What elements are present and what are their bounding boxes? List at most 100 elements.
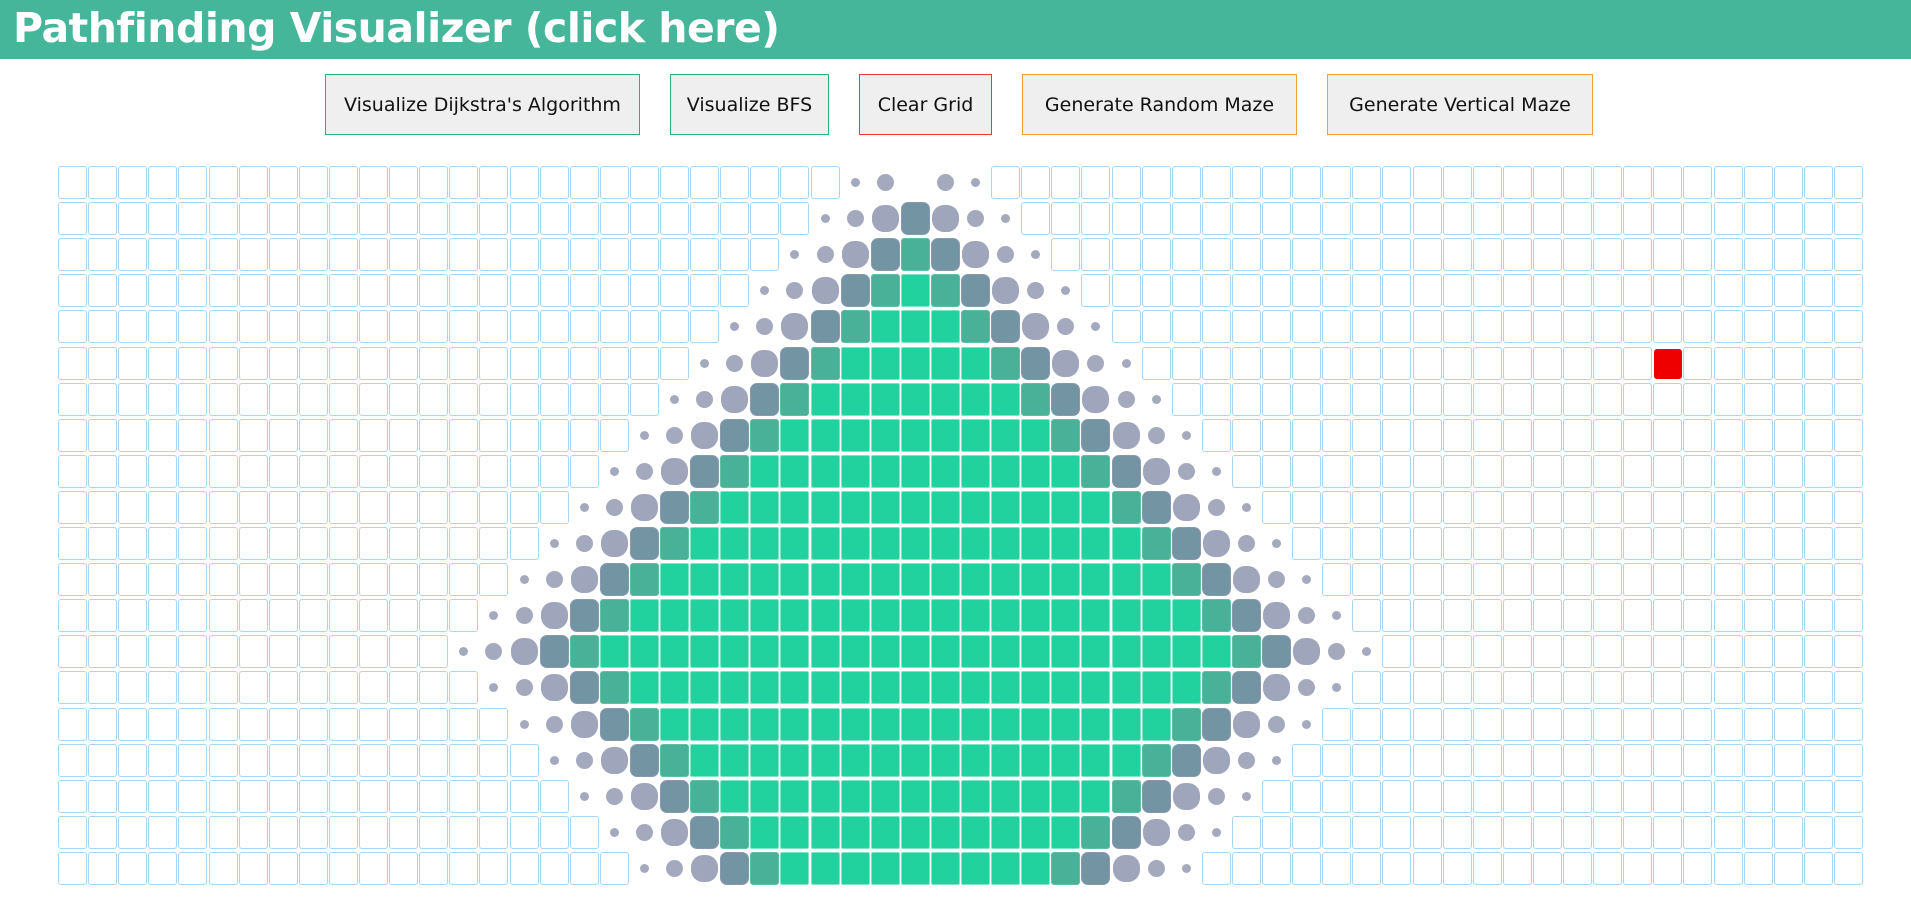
wave-node[interactable] [1022, 313, 1050, 341]
grid-cell[interactable] [148, 346, 178, 380]
grid-cell[interactable] [509, 310, 539, 344]
grid-cell[interactable] [88, 743, 118, 777]
grid-cell[interactable] [1563, 454, 1592, 488]
visited-node[interactable] [840, 382, 870, 416]
grid-cell[interactable] [1532, 815, 1562, 849]
grid-cell[interactable] [359, 563, 388, 597]
grid-cell[interactable] [1352, 238, 1382, 272]
wave-node[interactable] [1147, 426, 1165, 444]
grid-cell[interactable] [238, 454, 268, 488]
grid-cell[interactable] [1653, 238, 1683, 272]
grid-cell[interactable] [58, 851, 87, 885]
grid-cell[interactable] [539, 346, 569, 380]
visited-node[interactable] [991, 382, 1021, 416]
grid-cell[interactable] [389, 310, 419, 344]
grid-cell[interactable] [1683, 599, 1713, 633]
grid-cell[interactable] [1352, 310, 1382, 344]
wave-node[interactable] [760, 286, 770, 296]
grid-cell[interactable] [359, 166, 388, 199]
visited-node[interactable] [900, 779, 930, 813]
visited-node[interactable] [1171, 599, 1201, 633]
grid-cell[interactable] [1352, 851, 1382, 885]
wave-node[interactable] [850, 178, 860, 187]
grid-cell[interactable] [1593, 743, 1623, 777]
grid-cell[interactable] [238, 238, 268, 272]
visited-node[interactable] [1051, 707, 1081, 741]
wave-node[interactable] [540, 602, 568, 630]
grid-cell[interactable] [1322, 707, 1352, 741]
visited-node[interactable] [810, 490, 840, 524]
grid-cell[interactable] [449, 851, 479, 885]
grid-cell[interactable] [569, 166, 599, 199]
visited-node[interactable] [930, 527, 960, 560]
grid-cell[interactable] [1382, 382, 1412, 416]
visited-node[interactable] [961, 418, 990, 452]
grid-cell[interactable] [298, 166, 328, 199]
frontier-node[interactable] [599, 707, 629, 741]
grid-cell[interactable] [419, 238, 449, 272]
grid-cell[interactable] [1502, 490, 1532, 524]
wave-node[interactable] [545, 715, 563, 733]
grid-cell[interactable] [419, 779, 449, 813]
grid-cell[interactable] [1743, 743, 1773, 777]
visited-node[interactable] [660, 563, 689, 597]
grid-cell[interactable] [359, 707, 388, 741]
grid-cell[interactable] [1472, 599, 1502, 633]
grid-cell[interactable] [1262, 238, 1291, 272]
grid-cell[interactable] [509, 490, 539, 524]
grid-cell[interactable] [1743, 671, 1773, 705]
grid-cell[interactable] [509, 851, 539, 885]
grid-cell[interactable] [118, 527, 148, 560]
grid-cell[interactable] [449, 490, 479, 524]
grid-cell[interactable] [148, 454, 178, 488]
grid-cell[interactable] [238, 707, 268, 741]
grid-cell[interactable] [419, 671, 449, 705]
visited-node[interactable] [750, 707, 780, 741]
grid-cell[interactable] [1683, 851, 1713, 885]
wave-node[interactable] [1142, 457, 1170, 485]
grid-cell[interactable] [1683, 779, 1713, 813]
wave-node[interactable] [971, 178, 980, 187]
grid-cell[interactable] [359, 599, 388, 633]
grid-cell[interactable] [1563, 563, 1592, 597]
grid-cell[interactable] [1412, 202, 1442, 236]
visited-node[interactable] [840, 310, 870, 344]
grid-cell[interactable] [1683, 635, 1713, 669]
grid-cell[interactable] [660, 166, 689, 199]
visited-node[interactable] [870, 851, 900, 885]
visited-node[interactable] [660, 671, 689, 705]
grid-cell[interactable] [1743, 707, 1773, 741]
grid-cell[interactable] [118, 346, 148, 380]
visited-node[interactable] [1081, 599, 1111, 633]
grid-cell[interactable] [1472, 671, 1502, 705]
grid-cell[interactable] [118, 671, 148, 705]
grid-cell[interactable] [539, 490, 569, 524]
grid-cell[interactable] [1502, 527, 1532, 560]
grid-cell[interactable] [88, 707, 118, 741]
grid-cell[interactable] [268, 310, 298, 344]
grid-cell[interactable] [720, 202, 750, 236]
grid-cell[interactable] [479, 527, 509, 560]
visited-node[interactable] [870, 671, 900, 705]
grid-cell[interactable] [539, 382, 569, 416]
grid-cell[interactable] [1593, 166, 1623, 199]
grid-cell[interactable] [298, 779, 328, 813]
grid-cell[interactable] [1502, 274, 1532, 308]
grid-cell[interactable] [148, 238, 178, 272]
grid-cell[interactable] [1713, 563, 1743, 597]
grid-cell[interactable] [148, 490, 178, 524]
grid-cell[interactable] [1231, 310, 1261, 344]
grid-cell[interactable] [1623, 274, 1653, 308]
grid-cell[interactable] [1231, 274, 1261, 308]
visited-node[interactable] [810, 382, 840, 416]
grid-cell[interactable] [58, 635, 87, 669]
visited-node[interactable] [1021, 454, 1051, 488]
grid-cell[interactable] [1442, 382, 1472, 416]
visited-node[interactable] [1231, 635, 1261, 669]
grid-cell[interactable] [1773, 490, 1803, 524]
grid-cell[interactable] [389, 851, 419, 885]
visited-node[interactable] [629, 707, 659, 741]
grid-cell[interactable] [1773, 202, 1803, 236]
grid-cell[interactable] [419, 166, 449, 199]
grid-cell[interactable] [1683, 310, 1713, 344]
